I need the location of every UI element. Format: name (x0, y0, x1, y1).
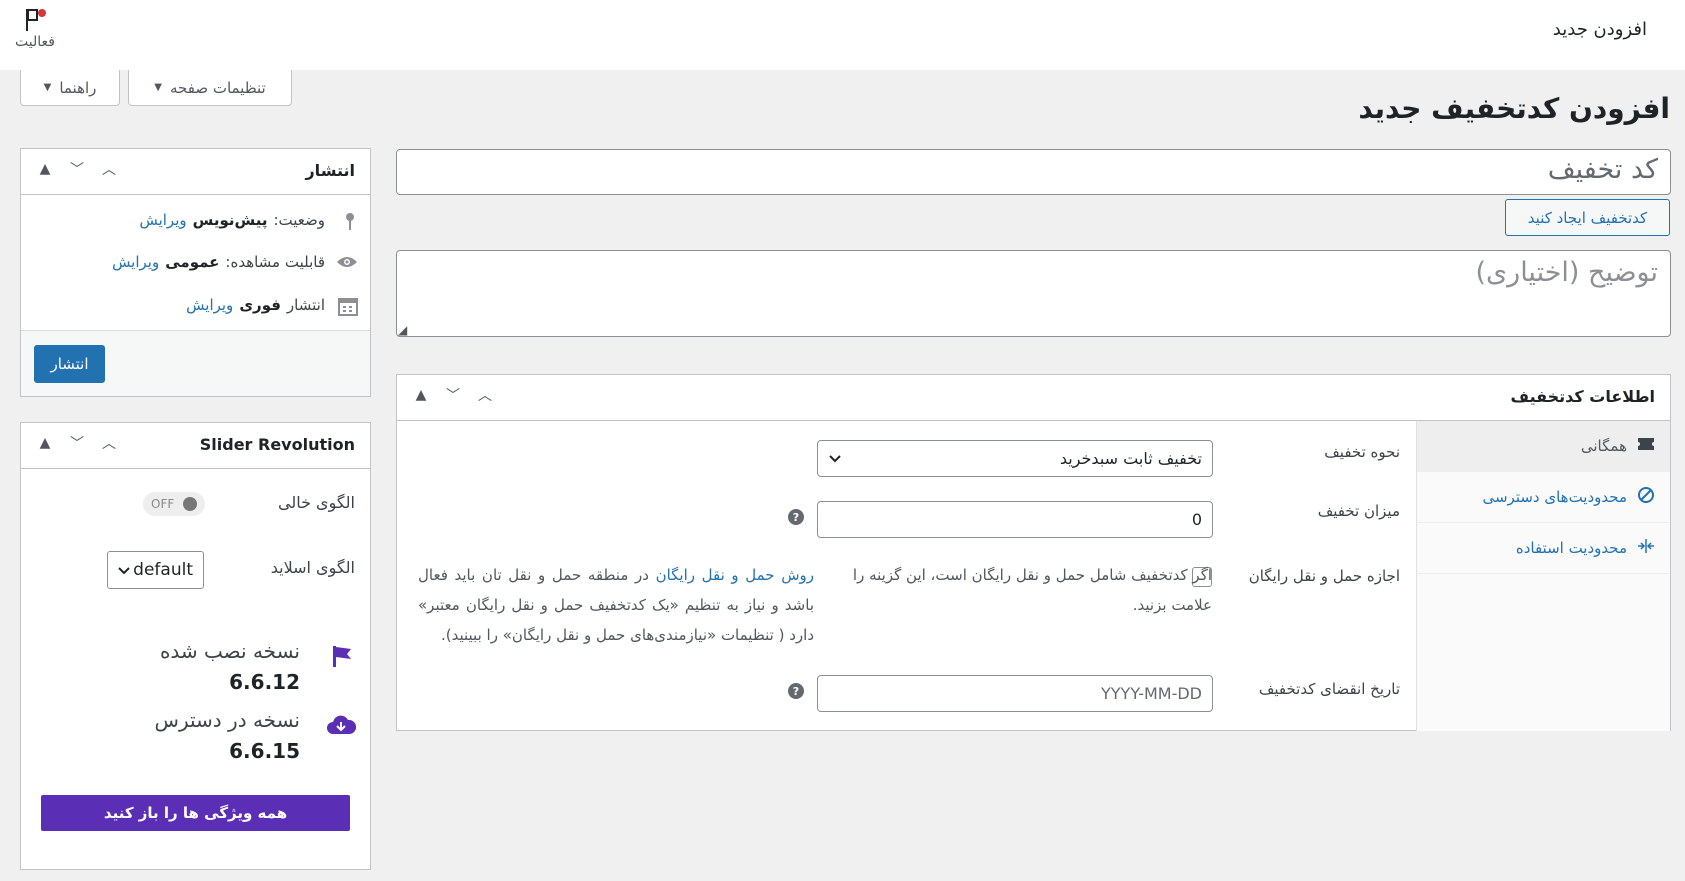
flag-icon (330, 644, 354, 672)
free-shipping-method-link[interactable]: روش حمل و نقل رایگان (656, 566, 814, 584)
available-version-number: 6.6.15 (229, 739, 300, 763)
unlock-features-button[interactable]: همه ویژگی ها را باز کنید (41, 795, 350, 831)
amount-label: میزان تخفیف (1317, 502, 1400, 520)
eye-icon (336, 255, 358, 273)
move-up-icon[interactable]: ︿ (99, 433, 119, 453)
toggle-panel-icon[interactable]: ▲ (35, 435, 55, 451)
caret-down-icon: ▼ (154, 82, 162, 93)
publish-title: انتشار (305, 161, 355, 180)
discount-type-label: نحوه تخفیف (1324, 443, 1400, 461)
expiry-label: تاریخ انقضای کدتخفیف (1258, 680, 1400, 698)
slide-template-select[interactable]: default (107, 551, 204, 589)
visibility-label: قابلیت مشاهده: (225, 253, 325, 271)
flag-icon (26, 9, 46, 31)
toggle-panel-icon[interactable]: ▲ (411, 387, 431, 403)
blank-template-label: الگوی خالی (277, 493, 355, 512)
status-edit-link[interactable]: ویرایش (139, 211, 186, 229)
slider-title: Slider Revolution (199, 435, 355, 454)
free-shipping-label: اجازه حمل و نقل رایگان (1248, 567, 1400, 585)
slide-template-value: default (133, 560, 193, 580)
ticket-icon (1637, 437, 1655, 455)
status-label: وضعیت: (273, 211, 325, 229)
visibility-value: عمومی (165, 253, 220, 271)
status-row: وضعیت: پیش‌نویس ویرایش (139, 211, 325, 229)
ban-icon (1637, 486, 1655, 508)
expiry-input[interactable]: YYYY-MM-DD (817, 675, 1213, 712)
help-icon[interactable]: ? (788, 683, 804, 699)
publish-button[interactable]: انتشار (34, 345, 105, 383)
help-icon[interactable]: ? (788, 509, 804, 525)
publish-time-edit-link[interactable]: ویرایش (186, 296, 233, 314)
visibility-row: قابلیت مشاهده: عمومی ویرایش (112, 253, 325, 271)
free-shipping-desc-rest: روش حمل و نقل رایگان در منطقه حمل و نقل … (418, 560, 814, 650)
publish-time-value: فوری (239, 296, 281, 314)
blank-template-toggle[interactable]: OFF (143, 492, 205, 516)
status-value: پیش‌نویس (192, 211, 268, 229)
available-version-label: نسخه در دسترس (154, 708, 300, 732)
coupon-code-input[interactable]: کد تخفیف (396, 149, 1671, 195)
installed-version-number: 6.6.12 (229, 670, 300, 694)
discount-type-select[interactable]: تخفیف ثابت سبدخرید (817, 440, 1213, 477)
activity-label: فعالیت (15, 34, 55, 50)
toggle-panel-icon[interactable]: ▲ (35, 161, 55, 177)
coupon-data-panel: اطلاعات کدتخفیف ▲ ﹀ ︿ همگانی محدودیت‌های… (396, 374, 1671, 731)
visibility-edit-link[interactable]: ویرایش (112, 253, 159, 271)
tab-usage-restriction-label: محدودیت‌های دسترسی (1482, 488, 1627, 506)
free-shipping-desc-before: اگر کدتخفیف شامل حمل و نقل رایگان است، ا… (852, 566, 1212, 614)
slide-template-label: الگوی اسلاید (270, 558, 355, 577)
tab-general[interactable]: همگانی (1417, 421, 1670, 472)
tab-usage-limits-label: محدودیت استفاده (1515, 539, 1627, 557)
activity-button[interactable]: فعالیت (10, 4, 60, 50)
toggle-text: OFF (151, 497, 175, 511)
slider-revolution-panel: Slider Revolution ▲ ﹀ ︿ الگوی خالی OFF ا… (20, 422, 371, 870)
coupon-data-header: اطلاعات کدتخفیف ▲ ﹀ ︿ (397, 375, 1670, 421)
move-up-icon[interactable]: ︿ (475, 385, 495, 405)
publish-panel: انتشار ▲ ﹀ ︿ وضعیت: پیش‌نویس ویرایش قابل… (20, 148, 371, 397)
tab-usage-restriction[interactable]: محدودیت‌های دسترسی (1417, 472, 1670, 523)
publish-time-label: انتشار (286, 296, 325, 314)
panel-controls: ▲ ﹀ ︿ (35, 433, 119, 453)
top-bar (0, 0, 1685, 70)
tab-usage-limits[interactable]: محدودیت استفاده (1417, 523, 1670, 574)
move-down-icon[interactable]: ﹀ (443, 385, 463, 405)
pin-icon (342, 211, 358, 235)
page-settings-label: تنظیمات صفحه (170, 78, 266, 97)
panel-controls: ▲ ﹀ ︿ (35, 159, 119, 179)
resize-grip-icon[interactable]: ◢ (398, 323, 407, 337)
tab-general-label: همگانی (1580, 437, 1627, 455)
amount-input[interactable]: 0 (817, 501, 1213, 538)
discount-type-value: تخفیف ثابت سبدخرید (1059, 449, 1202, 468)
calendar-icon (338, 296, 358, 320)
arrows-in-icon (1637, 538, 1655, 558)
caret-down-icon: ▼ (43, 82, 52, 93)
panel-controls: ▲ ﹀ ︿ (411, 385, 495, 405)
chevron-down-icon (118, 560, 130, 580)
move-up-icon[interactable]: ︿ (99, 159, 119, 179)
toggle-knob (183, 497, 197, 511)
move-down-icon[interactable]: ﹀ (67, 159, 87, 179)
free-shipping-desc-start: اگر کدتخفیف شامل حمل و نقل رایگان است، ا… (816, 560, 1212, 620)
generate-coupon-button[interactable]: کدتخفیف ایجاد کنید (1505, 199, 1670, 236)
page-settings-button[interactable]: تنظیمات صفحه ▼ (128, 70, 292, 106)
publish-time-row: انتشار فوری ویرایش (186, 296, 325, 314)
slider-header: Slider Revolution ▲ ﹀ ︿ (21, 423, 370, 469)
page-title: افزودن کدتخفیف جدید (1358, 92, 1670, 125)
description-textarea[interactable]: توضیح (اختیاری) (396, 250, 1671, 337)
top-bar-title: افزودن جدید (1552, 19, 1647, 40)
help-label: راهنما (59, 78, 97, 97)
coupon-tabs: همگانی محدودیت‌های دسترسی محدودیت استفاد… (1416, 421, 1670, 731)
coupon-data-title: اطلاعات کدتخفیف (1510, 387, 1655, 406)
move-down-icon[interactable]: ﹀ (67, 433, 87, 453)
cloud-download-icon (326, 713, 357, 741)
installed-version-label: نسخه نصب شده (159, 639, 300, 663)
chevron-down-icon (828, 449, 842, 468)
publish-header: انتشار ▲ ﹀ ︿ (21, 149, 370, 195)
help-button[interactable]: راهنما ▼ (20, 70, 120, 106)
publish-footer: انتشار (21, 330, 370, 396)
